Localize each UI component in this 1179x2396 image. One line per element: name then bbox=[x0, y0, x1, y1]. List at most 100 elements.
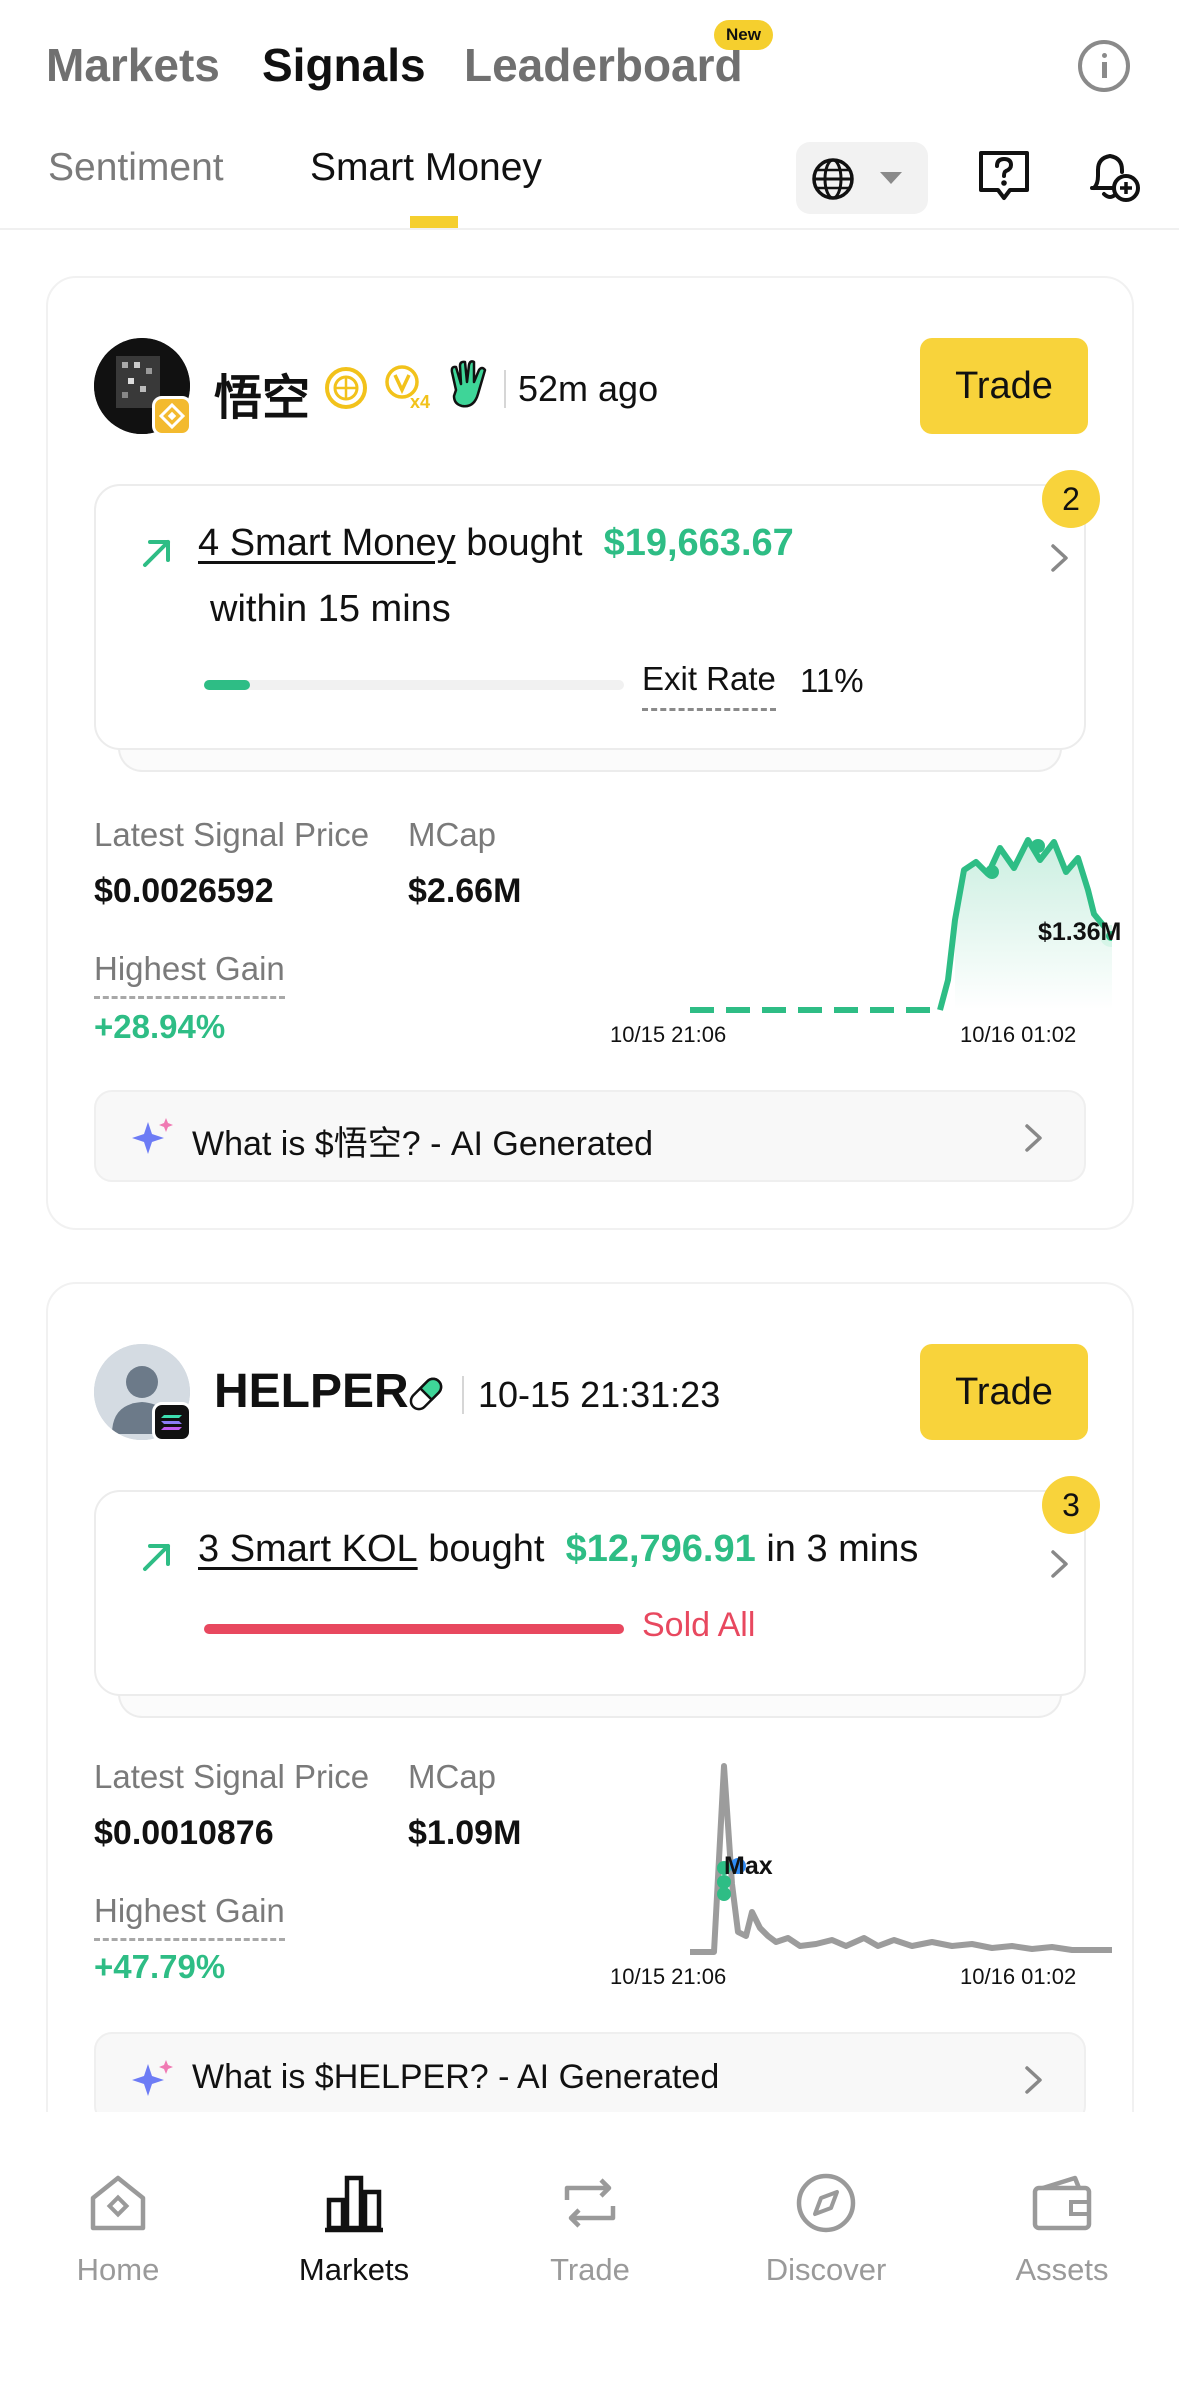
latest-signal-price-label: Latest Signal Price bbox=[94, 1758, 370, 1795]
exit-rate-bar-fill bbox=[204, 680, 251, 690]
signal-verb: bought bbox=[428, 1528, 545, 1570]
bnb-chain-icon bbox=[152, 396, 192, 436]
arrow-up-right-icon bbox=[143, 1544, 170, 1571]
exit-rate-bar bbox=[204, 680, 624, 690]
coin-badge-icon bbox=[325, 367, 367, 409]
nav-assets[interactable]: Assets bbox=[972, 2170, 1152, 2288]
nav-label: Trade bbox=[550, 2252, 630, 2287]
signal-count-badge: 3 bbox=[1042, 1476, 1100, 1534]
highest-gain-value: +47.79% bbox=[94, 1948, 226, 1985]
stacked-signals-indicator bbox=[118, 748, 1062, 772]
mcap-value: $1.09M bbox=[408, 1814, 522, 1852]
divider bbox=[462, 1376, 464, 1414]
bar-chart-icon bbox=[325, 2175, 383, 2233]
home-icon bbox=[90, 2175, 146, 2231]
solana-chain-icon bbox=[152, 1402, 192, 1442]
nav-discover[interactable]: Discover bbox=[736, 2170, 916, 2288]
nav-home[interactable]: Home bbox=[28, 2170, 208, 2288]
sparkle-icon bbox=[132, 1118, 173, 1154]
trade-button[interactable]: Trade bbox=[920, 1344, 1088, 1440]
chart-start-date: 10/15 21:06 bbox=[610, 1964, 727, 1989]
signal-window: in 3 mins bbox=[766, 1528, 919, 1570]
nav-trade[interactable]: Trade bbox=[500, 2170, 680, 2288]
token-name: 悟空 bbox=[214, 372, 311, 425]
signal-summary[interactable]: 4 Smart Money bought $19,663.67 within 1… bbox=[94, 484, 1086, 750]
exit-rate-bar-fill bbox=[204, 1624, 624, 1634]
signal-amount: $12,796.91 bbox=[565, 1528, 756, 1570]
stacked-signals-indicator bbox=[118, 1694, 1062, 1718]
ai-generated-row[interactable]: What is $HELPER? - AI Generated bbox=[94, 2032, 1086, 2124]
chart-annotation: $1.36M bbox=[1038, 918, 1122, 946]
ai-generated-row[interactable]: What is $悟空? - AI Generated bbox=[94, 1090, 1086, 1182]
nav-label: Home bbox=[76, 2252, 160, 2287]
chart-start-date: 10/15 21:06 bbox=[610, 1022, 727, 1047]
ai-generated-text: What is $悟空? - AI Generated bbox=[192, 1125, 654, 1163]
highest-gain-value: +28.94% bbox=[94, 1008, 226, 1045]
mcap-label: MCap bbox=[408, 1758, 497, 1795]
latest-signal-price: $0.0010876 bbox=[94, 1814, 274, 1852]
compass-icon bbox=[796, 2173, 856, 2233]
signal-time: 10-15 21:31:23 bbox=[478, 1374, 721, 1415]
wallet-icon bbox=[1032, 2175, 1092, 2231]
top-navigation: Markets Signals Leaderboard New Sentimen… bbox=[0, 0, 1179, 230]
nav-label: Assets bbox=[1015, 2252, 1109, 2287]
chart-end-date: 10/16 01:02 bbox=[960, 1964, 1077, 1989]
mcap-label: MCap bbox=[408, 816, 497, 853]
ai-generated-text: What is $HELPER? - AI Generated bbox=[192, 2058, 720, 2096]
new-badge: New bbox=[714, 20, 773, 50]
signal-card[interactable]: 悟空 x4 52m ago Trade 4 Smart Money bought… bbox=[46, 276, 1134, 1230]
signal-window: within 15 mins bbox=[210, 588, 451, 630]
arrow-up-right-icon bbox=[143, 540, 170, 567]
smart-kol-link[interactable]: 3 Smart KOL bbox=[198, 1528, 418, 1570]
svg-text:x4: x4 bbox=[410, 392, 430, 412]
signal-amount: $19,663.67 bbox=[603, 522, 794, 564]
exit-rate-value: 11% bbox=[800, 662, 864, 699]
add-alert-bell-icon[interactable] bbox=[1086, 148, 1142, 204]
signal-point bbox=[985, 865, 999, 879]
signal-verb: bought bbox=[466, 522, 583, 564]
help-chat-icon[interactable] bbox=[976, 148, 1032, 204]
tab-signals[interactable]: Signals bbox=[262, 38, 426, 92]
hand-icon bbox=[450, 360, 487, 408]
tab-markets[interactable]: Markets bbox=[46, 38, 220, 92]
smart-money-link[interactable]: 4 Smart Money bbox=[198, 522, 456, 564]
chevron-right-icon bbox=[1051, 544, 1068, 572]
sparkle-icon bbox=[132, 2060, 173, 2096]
chevron-right-icon bbox=[1051, 1550, 1068, 1578]
highest-gain-label[interactable]: Highest Gain bbox=[94, 950, 285, 999]
nav-label: Discover bbox=[765, 2252, 887, 2287]
divider bbox=[504, 370, 506, 408]
signal-card[interactable]: HELPER 10-15 21:31:23 Trade 3 Smart KOL … bbox=[46, 1282, 1134, 2182]
subtab-sentiment[interactable]: Sentiment bbox=[48, 146, 224, 190]
latest-signal-price: $0.0026592 bbox=[94, 872, 274, 910]
tab-leaderboard[interactable]: Leaderboard bbox=[464, 38, 743, 92]
highest-gain-label[interactable]: Highest Gain bbox=[94, 1892, 285, 1941]
subtab-smart-money[interactable]: Smart Money bbox=[310, 146, 542, 190]
chevron-right-icon bbox=[1025, 2066, 1042, 2094]
info-icon[interactable] bbox=[1078, 40, 1130, 92]
pill-icon bbox=[409, 1377, 443, 1411]
exit-rate-label[interactable]: Exit Rate bbox=[642, 660, 776, 711]
active-subtab-indicator bbox=[410, 216, 458, 228]
chart-annotation: Max bbox=[724, 1852, 773, 1880]
bottom-navigation: Home Markets Trade Discover Assets bbox=[0, 2112, 1179, 2396]
signal-point bbox=[1031, 839, 1045, 853]
signal-count-badge: 2 bbox=[1042, 470, 1100, 528]
mcap-value: $2.66M bbox=[408, 872, 522, 910]
signal-time: 52m ago bbox=[518, 368, 659, 409]
nav-markets[interactable]: Markets bbox=[264, 2170, 444, 2288]
chevron-right-icon bbox=[1025, 1124, 1042, 1152]
language-selector[interactable] bbox=[796, 142, 928, 214]
globe-icon bbox=[812, 158, 854, 200]
trade-button[interactable]: Trade bbox=[920, 338, 1088, 434]
swap-icon bbox=[564, 2178, 616, 2228]
exit-rate-bar bbox=[204, 1624, 624, 1634]
latest-signal-price-label: Latest Signal Price bbox=[94, 816, 370, 853]
chart-end-date: 10/16 01:02 bbox=[960, 1022, 1077, 1047]
price-chart bbox=[690, 1763, 1112, 1955]
token-name: HELPER bbox=[214, 1365, 409, 1418]
vip-x4-icon: x4 bbox=[385, 365, 430, 412]
sold-all-status: Sold All bbox=[642, 1606, 756, 1644]
signal-summary[interactable]: 3 Smart KOL bought $12,796.91 in 3 mins … bbox=[94, 1490, 1086, 1696]
signal-point bbox=[717, 1887, 731, 1901]
